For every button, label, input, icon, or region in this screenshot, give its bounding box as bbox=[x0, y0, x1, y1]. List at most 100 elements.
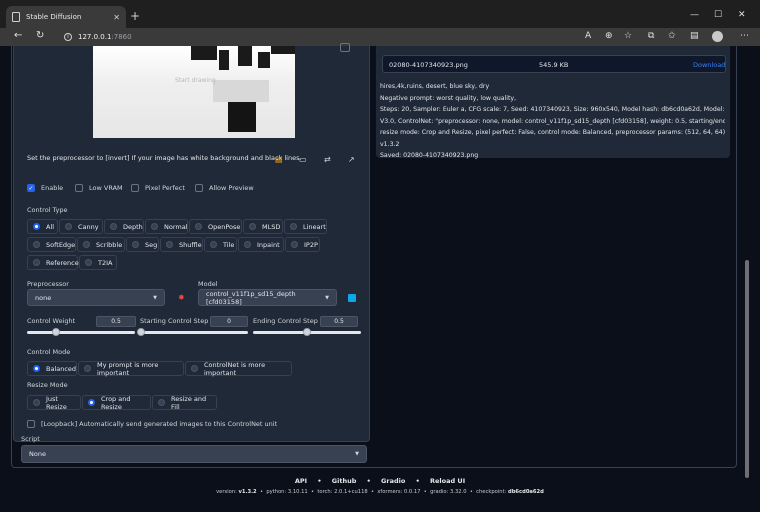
new-canvas-icon[interactable]: ▤ bbox=[275, 155, 283, 164]
control-type-softedge[interactable]: SoftEdge bbox=[27, 237, 76, 252]
profile-avatar[interactable] bbox=[712, 31, 723, 42]
github-link[interactable]: Github bbox=[332, 477, 357, 485]
canvas-shape bbox=[238, 46, 252, 66]
radio-dot bbox=[84, 365, 91, 372]
gradio-link[interactable]: Gradio bbox=[381, 477, 405, 485]
favorite-icon[interactable]: ☆ bbox=[624, 31, 632, 41]
extensions-icon[interactable]: ⧉ bbox=[648, 31, 654, 41]
page-scrollbar-thumb[interactable] bbox=[745, 260, 749, 478]
script-title: Script bbox=[21, 435, 40, 443]
new-tab-button[interactable]: + bbox=[130, 9, 140, 23]
url-port: :7860 bbox=[111, 33, 132, 41]
control-type-inpaint[interactable]: Inpaint bbox=[238, 237, 284, 252]
maximize-button[interactable]: ☐ bbox=[714, 10, 722, 20]
page-icon bbox=[12, 12, 20, 22]
checkbox-box[interactable] bbox=[131, 184, 139, 192]
end-step-thumb[interactable] bbox=[303, 328, 311, 336]
zoom-icon[interactable]: ⊕ bbox=[605, 31, 613, 41]
api-link[interactable]: API bbox=[295, 477, 307, 485]
control-type-seg[interactable]: Seg bbox=[126, 237, 159, 252]
control-type-normal[interactable]: Normal bbox=[145, 219, 188, 234]
preprocessor-dropdown[interactable]: none ▼ bbox=[27, 289, 165, 306]
menu-icon[interactable]: ⋯ bbox=[740, 31, 749, 41]
control-type-depth[interactable]: Depth bbox=[104, 219, 144, 234]
version-value: v1.3.2 bbox=[238, 489, 257, 495]
mode-prompt-important[interactable]: My prompt is more important bbox=[78, 361, 184, 377]
site-info-icon[interactable]: i bbox=[64, 33, 72, 41]
checkbox-box[interactable] bbox=[27, 184, 35, 192]
resize-resize-and-fill[interactable]: Resize and Fill bbox=[152, 395, 217, 411]
model-dropdown[interactable]: control_v11f1p_sd15_depth [cfd03158] ▼ bbox=[198, 289, 337, 306]
radio-label: All bbox=[46, 222, 55, 231]
back-icon[interactable]: ← bbox=[14, 30, 22, 41]
control-weight-slider[interactable] bbox=[27, 331, 135, 334]
control-type-mlsd[interactable]: MLSD bbox=[243, 219, 283, 234]
control-type-tile[interactable]: Tile bbox=[204, 237, 237, 252]
radio-label: T2IA bbox=[98, 258, 113, 267]
address-bar[interactable]: i 127.0.0.1:7860 bbox=[56, 30, 646, 44]
checkbox-box[interactable] bbox=[195, 184, 203, 192]
page-scrollbar[interactable] bbox=[749, 46, 755, 512]
control-type-lineart[interactable]: Lineart bbox=[284, 219, 327, 234]
radio-label: Balanced bbox=[46, 364, 77, 373]
swap-icon[interactable]: ⇄ bbox=[324, 155, 331, 164]
mode-balanced[interactable]: Balanced bbox=[27, 361, 77, 376]
python-version: python: 3.10.11 bbox=[266, 489, 308, 495]
checkbox-box[interactable] bbox=[75, 184, 83, 192]
resize-just-resize[interactable]: Just Resize bbox=[27, 395, 81, 411]
read-aloud-icon[interactable]: A bbox=[585, 31, 591, 41]
download-link[interactable]: Download bbox=[693, 61, 725, 69]
collections-icon[interactable]: ▤ bbox=[690, 31, 699, 41]
allow-preview-checkbox[interactable]: Allow Preview bbox=[195, 184, 254, 192]
checkbox-box[interactable] bbox=[27, 420, 35, 428]
control-weight-input[interactable]: 0.5 bbox=[96, 316, 136, 327]
refresh-icon[interactable]: ↻ bbox=[36, 30, 44, 41]
checkpoint-label: checkpoint: bbox=[476, 489, 508, 495]
run-preprocessor-icon[interactable]: ✸ bbox=[178, 293, 185, 302]
control-type-t2ia[interactable]: T2IA bbox=[79, 255, 117, 270]
info-line: Negative prompt: worst quality, low qual… bbox=[380, 94, 517, 102]
close-window-button[interactable]: ✕ bbox=[738, 10, 746, 20]
control-type-openpose[interactable]: OpenPose bbox=[189, 219, 242, 234]
start-step-input[interactable]: 0 bbox=[210, 316, 248, 327]
controlnet-image-canvas[interactable]: Start drawing bbox=[93, 46, 295, 138]
control-type-scribble[interactable]: Scribble bbox=[77, 237, 125, 252]
control-type-canny[interactable]: Canny bbox=[59, 219, 103, 234]
radio-dot bbox=[244, 241, 251, 248]
control-type-reference[interactable]: Reference bbox=[27, 255, 79, 270]
control-weight-thumb[interactable] bbox=[52, 328, 60, 336]
tab-title: Stable Diffusion bbox=[26, 13, 82, 21]
send-dimensions-icon[interactable]: ↗ bbox=[348, 155, 355, 164]
start-step-slider[interactable] bbox=[140, 331, 248, 334]
loopback-checkbox[interactable]: [Loopback] Automatically send generated … bbox=[27, 420, 277, 428]
control-type-ip2p[interactable]: IP2P bbox=[285, 237, 320, 252]
mode-controlnet-important[interactable]: ControlNet is more important bbox=[185, 361, 292, 377]
start-step-thumb[interactable] bbox=[137, 328, 145, 336]
refresh-models-icon[interactable] bbox=[348, 294, 356, 302]
resize-crop-and-resize[interactable]: Crop and Resize bbox=[82, 395, 151, 411]
xformers-version: xformers: 0.0.17 bbox=[377, 489, 421, 495]
control-type-all[interactable]: All bbox=[27, 219, 58, 234]
control-mode-title: Control Mode bbox=[27, 348, 71, 356]
minimize-button[interactable]: — bbox=[690, 10, 699, 20]
url-host: 127.0.0.1 bbox=[78, 33, 112, 41]
output-file-name[interactable]: 02080-4107340923.png bbox=[389, 61, 468, 69]
canvas-placeholder: Start drawing bbox=[175, 77, 216, 84]
browser-tabbar: Stable Diffusion ✕ + — ☐ ✕ bbox=[0, 0, 760, 28]
script-dropdown[interactable]: None ▼ bbox=[21, 445, 367, 463]
radio-dot bbox=[191, 365, 198, 372]
chevron-down-icon: ▼ bbox=[153, 294, 157, 301]
webcam-icon[interactable]: ▭ bbox=[299, 155, 307, 164]
control-type-shuffle[interactable]: Shuffle bbox=[160, 237, 203, 252]
enable-checkbox[interactable]: Enable bbox=[27, 184, 63, 192]
radio-label: Shuffle bbox=[179, 240, 202, 249]
end-step-input[interactable]: 0.5 bbox=[320, 316, 358, 327]
low-vram-checkbox[interactable]: Low VRAM bbox=[75, 184, 123, 192]
footer-separator: • bbox=[415, 477, 420, 485]
pixel-perfect-checkbox[interactable]: Pixel Perfect bbox=[131, 184, 185, 192]
reload-ui-link[interactable]: Reload UI bbox=[430, 477, 465, 485]
browser-tab[interactable]: Stable Diffusion ✕ bbox=[6, 6, 126, 28]
favorites-bar-icon[interactable]: ✩ bbox=[668, 31, 676, 41]
canvas-edit-icon[interactable] bbox=[340, 43, 350, 52]
tab-close-icon[interactable]: ✕ bbox=[113, 13, 120, 22]
